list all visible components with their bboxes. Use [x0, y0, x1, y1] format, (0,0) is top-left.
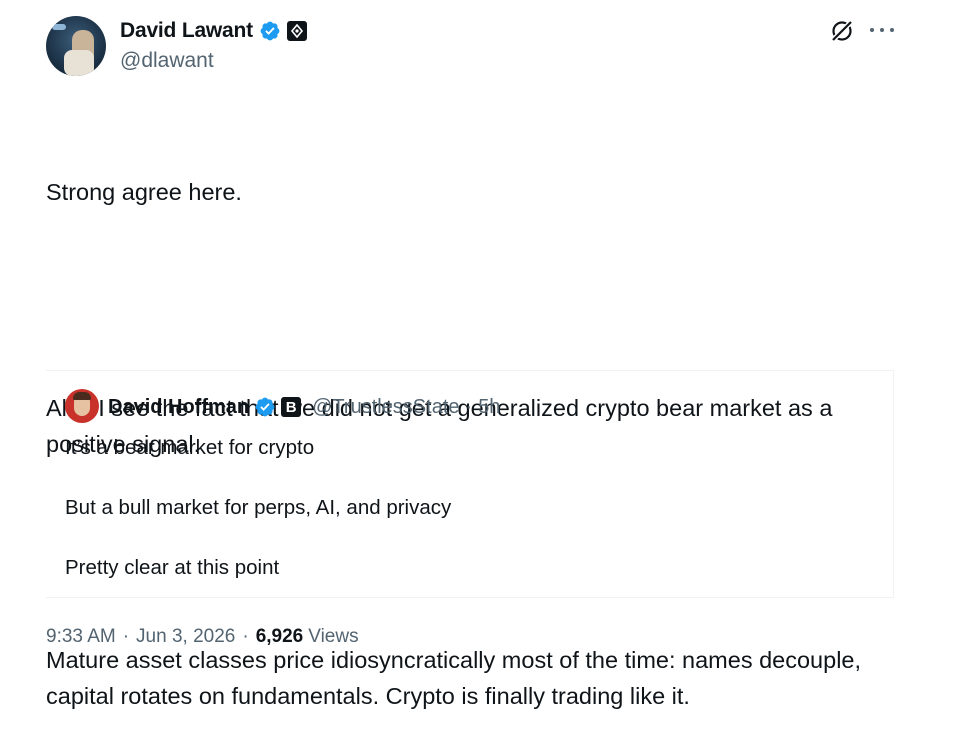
meta-separator: · [465, 395, 473, 418]
quoted-author-avatar[interactable] [65, 389, 99, 423]
views-count: 6,926 [255, 626, 304, 647]
grok-icon[interactable] [829, 18, 855, 44]
affiliate-badge-icon: B [281, 397, 302, 417]
more-icon[interactable] [870, 18, 894, 42]
author-handle[interactable]: @dlawant [120, 49, 214, 73]
tweet-time[interactable]: 9:33 AM [46, 626, 116, 648]
quoted-paragraph: Pretty clear at this point [65, 556, 280, 579]
quoted-tweet-card[interactable]: David Hoffman B @TrustlessState · 5h It’… [46, 370, 894, 598]
footer-separator: · [122, 626, 130, 647]
verified-badge-icon[interactable] [259, 20, 281, 42]
verified-badge-icon [255, 397, 275, 417]
tweet-author-avatar[interactable] [46, 16, 106, 76]
quoted-time: 5h [478, 395, 501, 418]
author-name[interactable]: David Lawant [120, 19, 253, 43]
quoted-handle: @TrustlessState [312, 395, 460, 418]
author-name-row: David Lawant [120, 17, 307, 45]
tweet-footer: 9:33 AM · Jun 3, 2026 · 6,926 Views [46, 626, 359, 648]
quoted-paragraph: But a bull market for perps, AI, and pri… [65, 496, 452, 519]
affiliate-badge-icon[interactable] [286, 21, 307, 41]
views-label: Views [308, 626, 359, 647]
quoted-tweet-header: David Hoffman B @TrustlessState · 5h [108, 393, 500, 421]
quoted-paragraph: It’s a bear market for crypto [65, 436, 315, 459]
tweet-date[interactable]: Jun 3, 2026 [136, 626, 235, 648]
tweet-paragraph: Strong agree here. [46, 179, 242, 205]
footer-separator: · [242, 626, 249, 647]
quoted-tweet-text: It’s a bear market for crypto But a bull… [65, 433, 865, 613]
quoted-author-name: David Hoffman [108, 395, 250, 418]
tweet-paragraph: Mature asset classes price idiosyncratic… [46, 647, 868, 709]
